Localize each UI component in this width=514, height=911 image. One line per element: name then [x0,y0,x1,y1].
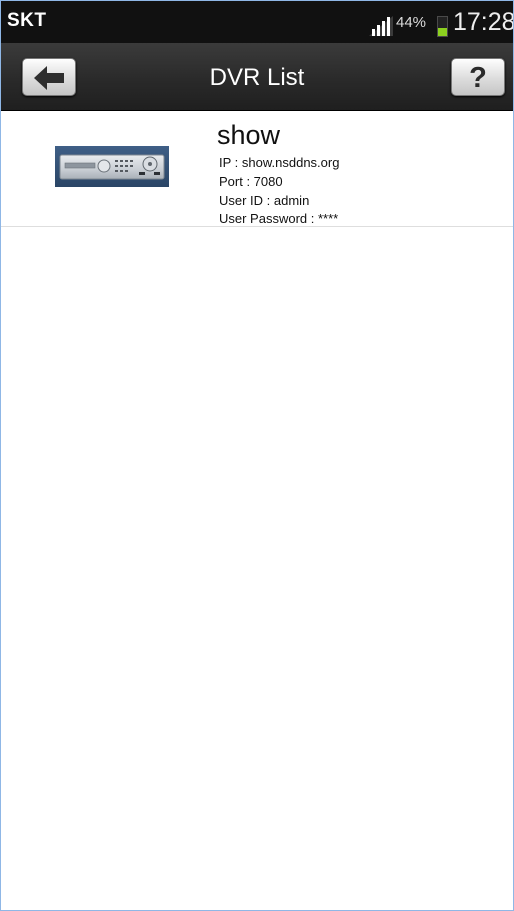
dvr-name: show [217,120,281,150]
app-screen: SKT 44% 17:28 DVR List ? show IP: show.… [0,0,514,911]
help-button[interactable]: ? [451,58,505,96]
carrier-label: SKT [7,10,47,31]
title-bar: DVR List ? [1,43,513,111]
battery-level-fill [438,27,447,36]
status-bar: SKT 44% 17:28 [1,1,513,43]
dvr-device-icon [55,146,169,187]
dvr-ip: IP : show.nsddns.org [219,155,340,170]
battery-icon [437,16,448,37]
clock: 17:28 [453,8,514,36]
page-title: DVR List [209,64,305,91]
battery-percent: 44% [396,14,427,31]
dvr-user-id: User ID : admin [219,193,310,208]
dvr-list-item[interactable]: show IP : show.nsddns.org Port : 7080 Us… [1,112,513,227]
signal-bars-icon [369,16,393,36]
help-icon: ? [469,62,487,94]
dvr-user-password: User Password : **** [219,211,339,226]
dvr-port: Port : 7080 [219,174,283,189]
